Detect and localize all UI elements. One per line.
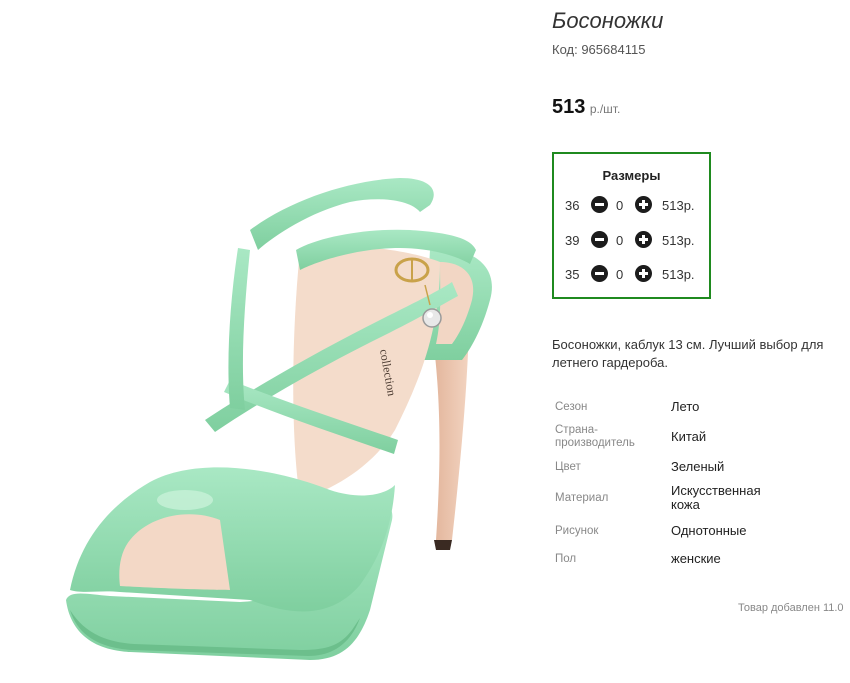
spec-label-color: Цвет — [555, 461, 581, 473]
plus-circle-icon[interactable] — [635, 231, 652, 248]
size-label: 39 — [565, 233, 580, 248]
spec-label-season: Сезон — [555, 401, 588, 413]
spec-value-color: Зеленый — [671, 459, 725, 474]
size-price: 513р. — [662, 198, 695, 213]
minus-circle-icon[interactable] — [591, 196, 608, 213]
product-description: Босоножки, каблук 13 см. Лучший выбор дл… — [552, 337, 824, 370]
size-quantity[interactable]: 0 — [616, 267, 623, 282]
price-value: 513 — [552, 96, 586, 118]
size-row: 36 0 513р. — [554, 196, 709, 216]
product-title: Босоножки — [552, 8, 664, 33]
size-label: 35 — [565, 267, 580, 282]
size-row: 35 0 513р. — [554, 265, 709, 285]
product-image[interactable]: collection — [0, 0, 540, 683]
size-quantity[interactable]: 0 — [616, 233, 623, 248]
spec-value-material: Искусственная кожа — [671, 483, 761, 512]
spec-label-pattern: Рисунок — [555, 525, 599, 537]
size-price: 513р. — [662, 267, 695, 282]
minus-circle-icon[interactable] — [591, 265, 608, 282]
spec-label-material: Материал — [555, 492, 609, 504]
spec-value-country: Китай — [671, 429, 707, 444]
spec-value-season: Лето — [671, 399, 700, 414]
product-page: collection Босоножки Код: 965684115 513 … — [0, 0, 850, 683]
product-code: Код: 965684115 — [552, 42, 646, 57]
spec-label-gender: Пол — [555, 553, 577, 565]
plus-circle-icon[interactable] — [635, 265, 652, 282]
sandal-image: collection — [66, 178, 492, 660]
spec-value-gender: женские — [671, 551, 721, 566]
added-date-note: Товар добавлен 11.0 — [738, 602, 844, 614]
spec-value-pattern: Однотонные — [671, 523, 747, 538]
size-price: 513р. — [662, 233, 695, 248]
product-price: 513 р./шт. — [552, 96, 620, 119]
plus-circle-icon[interactable] — [635, 196, 652, 213]
sizes-title: Размеры — [602, 168, 661, 183]
spec-label-country: Страна-производитель — [555, 424, 635, 449]
size-quantity[interactable]: 0 — [616, 198, 623, 213]
size-row: 39 0 513р. — [554, 231, 709, 251]
size-label: 36 — [565, 198, 580, 213]
sizes-panel: Размеры 36 0 513р. 39 0 513р. 35 0 513р. — [552, 152, 711, 299]
price-unit: р./шт. — [589, 102, 621, 116]
minus-circle-icon[interactable] — [591, 231, 608, 248]
